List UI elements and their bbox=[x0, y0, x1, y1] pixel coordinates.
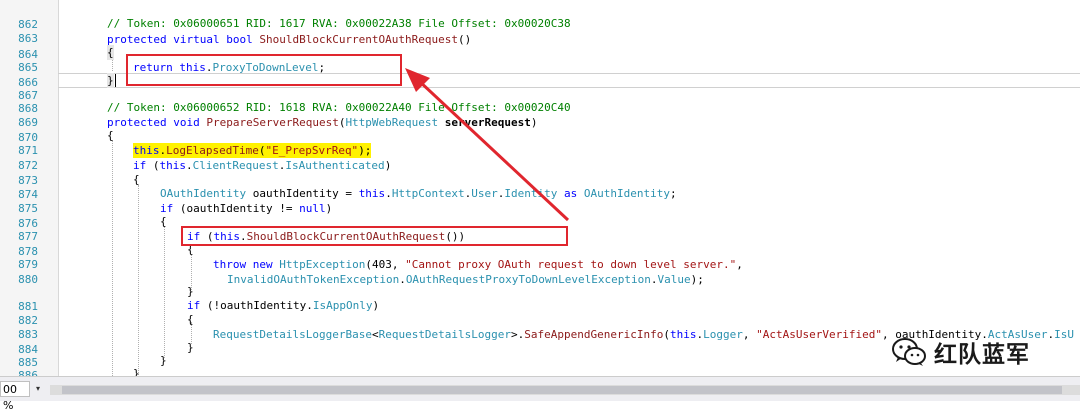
watermark-text: 红队蓝军 bbox=[934, 342, 1030, 368]
scrollbar-thumb[interactable] bbox=[62, 386, 1062, 394]
editor-status-bar: 00 % ▾ bbox=[0, 376, 1080, 412]
wechat-icon bbox=[892, 338, 926, 366]
chevron-down-icon[interactable]: ▾ bbox=[32, 381, 44, 397]
code-editor[interactable]: 862 863 // Token: 0x06000651 RID: 1617 R… bbox=[0, 0, 1080, 376]
watermark: 红队蓝军 bbox=[890, 333, 1030, 371]
annotation-arrow bbox=[405, 68, 570, 222]
zoom-level-combo[interactable]: 00 % bbox=[0, 381, 30, 412]
horizontal-scrollbar[interactable] bbox=[50, 385, 1080, 395]
